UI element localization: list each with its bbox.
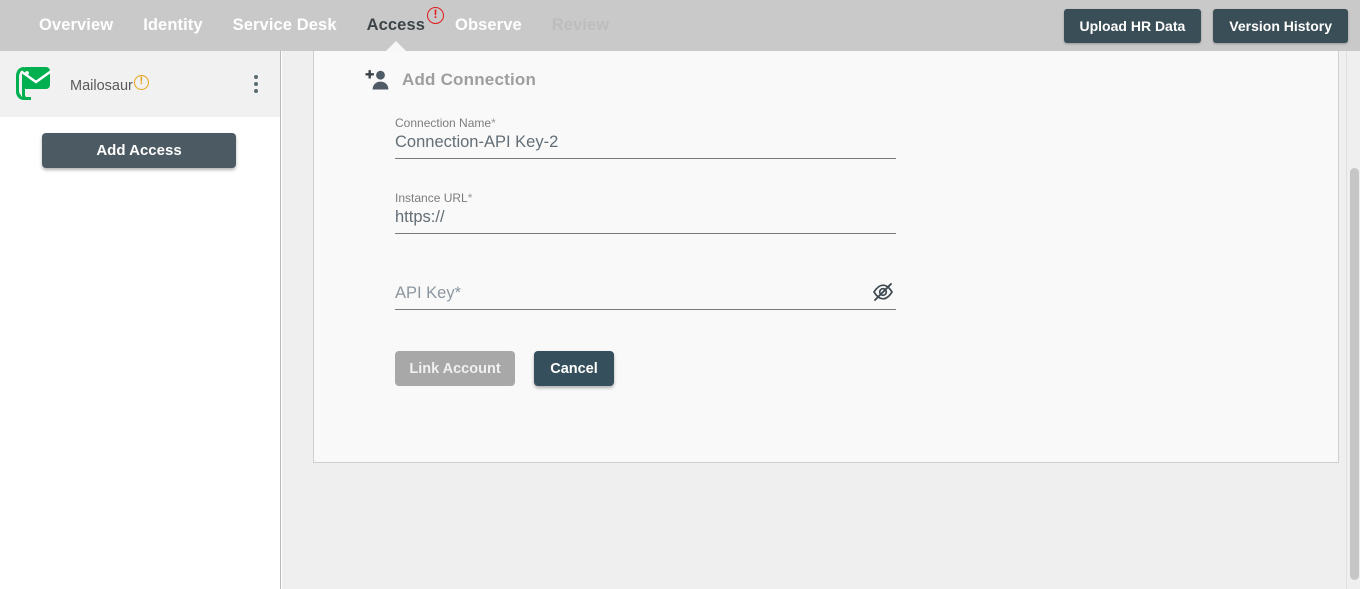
add-access-button[interactable]: Add Access bbox=[42, 133, 236, 168]
main-content-area: Add Connection Connection Name* Instance… bbox=[282, 51, 1360, 589]
version-history-button[interactable]: Version History bbox=[1213, 9, 1348, 43]
nav-tab-review[interactable]: Review bbox=[537, 0, 624, 51]
nav-tab-service-desk-label: Service Desk bbox=[232, 16, 337, 34]
connection-name-label-text: Connection Name bbox=[395, 116, 492, 130]
instance-url-label-text: Instance URL bbox=[395, 191, 468, 205]
api-key-input[interactable] bbox=[395, 284, 896, 310]
nav-tab-identity[interactable]: Identity bbox=[128, 0, 217, 51]
upload-hr-data-button[interactable]: Upload HR Data bbox=[1063, 9, 1202, 43]
nav-tab-list: Overview Identity Service Desk Access ! … bbox=[0, 0, 624, 52]
instance-url-required-mark: * bbox=[467, 191, 473, 205]
sidebar-item-mailosaur[interactable]: Mailosaur! bbox=[0, 51, 280, 117]
field-api-key bbox=[395, 282, 896, 310]
card-header: Add Connection bbox=[314, 51, 1338, 91]
nav-tab-access[interactable]: Access ! bbox=[352, 0, 445, 52]
form-action-buttons: Link Account Cancel bbox=[314, 310, 1338, 386]
sidebar-org-name-text: Mailosaur bbox=[70, 77, 133, 94]
kebab-dot bbox=[254, 75, 258, 79]
kebab-menu-icon[interactable] bbox=[254, 75, 258, 93]
connection-name-input[interactable] bbox=[395, 133, 896, 159]
field-connection-name: Connection Name* bbox=[395, 116, 896, 159]
connection-name-required-mark: * bbox=[491, 116, 496, 130]
mailosaur-envelope-logo-icon bbox=[16, 67, 52, 100]
vertical-scrollbar-track[interactable] bbox=[1346, 51, 1360, 589]
add-connection-form: Connection Name* Instance URL* bbox=[314, 91, 1338, 310]
top-navigation-bar: Overview Identity Service Desk Access ! … bbox=[0, 0, 1360, 52]
kebab-dot bbox=[254, 82, 258, 86]
sidebar-org-name: Mailosaur! bbox=[70, 74, 149, 94]
vertical-scrollbar-thumb[interactable] bbox=[1350, 168, 1359, 580]
nav-tab-overview[interactable]: Overview bbox=[24, 0, 128, 51]
nav-tab-review-label: Review bbox=[551, 16, 610, 34]
instance-url-label: Instance URL* bbox=[395, 191, 896, 205]
app-root: Overview Identity Service Desk Access ! … bbox=[0, 0, 1360, 589]
sidebar: Mailosaur! Add Access bbox=[0, 51, 281, 589]
kebab-dot bbox=[254, 89, 258, 93]
nav-tab-overview-label: Overview bbox=[39, 16, 114, 34]
person-add-icon bbox=[365, 70, 389, 90]
org-warning-badge-icon: ! bbox=[133, 74, 149, 90]
nav-action-buttons: Upload HR Data Version History bbox=[1063, 9, 1348, 43]
nav-tab-observe-label: Observe bbox=[455, 16, 522, 34]
field-instance-url: Instance URL* bbox=[395, 191, 896, 234]
nav-tab-observe[interactable]: Observe bbox=[440, 0, 537, 51]
add-access-container: Add Access bbox=[0, 117, 280, 168]
instance-url-input[interactable] bbox=[395, 208, 896, 234]
cancel-button[interactable]: Cancel bbox=[534, 351, 614, 386]
eye-off-icon[interactable] bbox=[872, 282, 894, 302]
card-title: Add Connection bbox=[402, 70, 537, 89]
connection-name-label: Connection Name* bbox=[395, 116, 896, 130]
add-connection-card: Add Connection Connection Name* Instance… bbox=[313, 51, 1339, 463]
nav-tab-access-label-wrap: Access ! bbox=[366, 7, 445, 35]
nav-tab-access-label: Access bbox=[366, 16, 426, 34]
nav-tab-identity-label: Identity bbox=[143, 16, 203, 34]
link-account-button[interactable]: Link Account bbox=[395, 351, 515, 386]
active-tab-indicator-icon bbox=[384, 41, 407, 52]
nav-tab-service-desk[interactable]: Service Desk bbox=[218, 0, 352, 51]
